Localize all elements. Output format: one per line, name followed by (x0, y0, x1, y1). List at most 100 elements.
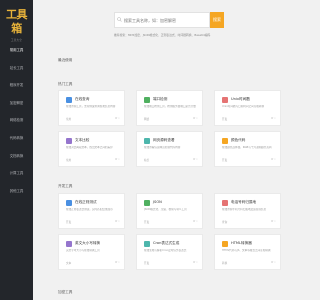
tool-title: HTML转换器 (231, 241, 252, 245)
tool-title: 电话号码归属地 (231, 200, 257, 204)
tool-desc: 在线端口检测工具，检测服务器端口是否开放 (144, 105, 196, 108)
sidebar-item-calc[interactable]: 计算工具 (0, 165, 33, 183)
card-footer: 常用 0 ♡ (66, 158, 120, 162)
tool-card[interactable]: 电话号码归属地 在线查询手机号码归属地及运营商信息 查询 0 ♡ (214, 193, 281, 229)
tool-icon (66, 138, 72, 144)
tool-title: JSON (153, 200, 162, 204)
card-footer: 常用 0 ♡ (66, 117, 120, 121)
favorite-count[interactable]: 0 ♡ (193, 261, 198, 264)
tool-category: 开发 (66, 221, 72, 224)
sidebar-item-docs[interactable]: 文档转换 (0, 148, 33, 166)
favorite-count[interactable]: 0 ♡ (271, 220, 276, 223)
tool-card[interactable]: Unix时间戳 Unix时间戳与日期时间之间互相转换 开发 0 ♡ (214, 90, 281, 126)
tool-card[interactable]: 在线正则测试 在线正则表达式测试，实时匹配结果展示 开发 0 ♡ (58, 193, 125, 229)
section-title-dev: 开发工具 (58, 184, 73, 188)
favorite-count[interactable]: 0 ♡ (193, 158, 198, 161)
tool-card[interactable]: JSON JSON格式化、压缩、校验与转义工具 开发 0 ♡ (136, 193, 203, 229)
tool-title: 网页源码查看 (153, 138, 175, 142)
tool-card[interactable]: 网页源码查看 在线查看任意网页的源代码内容 站长 0 ♡ (136, 131, 203, 167)
favorite-count[interactable]: 0 ♡ (115, 158, 120, 161)
tool-desc: Unix时间戳与日期时间之间互相转换 (222, 105, 265, 108)
card-footer: 网络 0 ♡ (144, 117, 198, 121)
section-title-hot: 热门工具 (58, 82, 73, 86)
logo-text: 工具箱 (6, 8, 28, 35)
favorite-count[interactable]: 0 ♡ (271, 261, 276, 264)
favorite-count[interactable]: 0 ♡ (271, 117, 276, 120)
tool-desc: 在线查询工具，支持快速查询各类信息内容 (66, 105, 116, 108)
tool-card[interactable]: 端口检测 在线端口检测工具，检测服务器端口是否开放 网络 0 ♡ (136, 90, 203, 126)
sidebar-item-webmaster[interactable]: 站长工具 (0, 60, 33, 78)
tool-category: 转换 (222, 262, 228, 265)
tool-card[interactable]: 颜色代码 在线颜色选择器，RGB与十六进制颜色互转 开发 0 ♡ (214, 131, 281, 167)
favorite-count[interactable]: 0 ♡ (115, 261, 120, 264)
card-footer: 查询 0 ♡ (222, 220, 276, 224)
tool-desc: HTML代码与JS、文本等格式之间互相转换 (222, 249, 271, 252)
card-footer: 开发 0 ♡ (144, 220, 198, 224)
favorite-count[interactable]: 0 ♡ (193, 220, 198, 223)
card-footer: 开发 0 ♡ (66, 220, 120, 224)
tool-title: 颜色代码 (231, 138, 246, 142)
tool-desc: 在线正则表达式测试，实时匹配结果展示 (66, 208, 113, 211)
card-footer: 站长 0 ♡ (144, 158, 198, 162)
tool-card[interactable]: 在线查询 在线查询工具，支持快速查询各类信息内容 常用 0 ♡ (58, 90, 125, 126)
tool-desc: 在线查看任意网页的源代码内容 (144, 146, 181, 149)
sidebar-item-dev[interactable]: 程序开发 (0, 77, 33, 95)
sidebar-item-network[interactable]: 网络检测 (0, 112, 33, 130)
sidebar-item-other[interactable]: 其他工具 (0, 183, 33, 201)
card-footer: 开发 0 ♡ (144, 261, 198, 265)
tool-category: 开发 (222, 159, 228, 162)
tool-icon (66, 241, 72, 247)
tool-title: 英文大小写转换 (75, 241, 101, 245)
tool-category: 网络 (144, 118, 150, 121)
tool-desc: 在线颜色选择器，RGB与十六进制颜色互转 (222, 146, 272, 149)
card-footer: 开发 0 ♡ (222, 158, 276, 162)
tool-icon (66, 200, 72, 206)
tool-card[interactable]: HTML转换器 HTML代码与JS、文本等格式之间互相转换 转换 0 ♡ (214, 234, 281, 270)
tool-title: Unix时间戳 (231, 97, 250, 101)
tool-icon (144, 241, 150, 247)
tool-icon (66, 97, 72, 103)
tool-icon (222, 97, 228, 103)
tool-category: 常用 (66, 118, 72, 121)
tool-desc: 在线生成与解析Cron定时任务表达式 (144, 249, 187, 252)
tool-icon (144, 138, 150, 144)
favorite-count[interactable]: 0 ♡ (115, 220, 120, 223)
card-footer: 开发 0 ♡ (222, 117, 276, 121)
favorite-count[interactable]: 0 ♡ (271, 158, 276, 161)
tool-card[interactable]: Cron表达式生成 在线生成与解析Cron定时任务表达式 开发 0 ♡ (136, 234, 203, 270)
section-title-crypto: 加密工具 (58, 290, 73, 294)
tool-category: 查询 (222, 221, 228, 224)
card-footer: 转换 0 ♡ (222, 261, 276, 265)
sidebar-item-crypto[interactable]: 加密解密 (0, 95, 33, 113)
search-bar: 搜索 (114, 12, 224, 28)
search-hint: 推荐搜索：MD5加密、JSON格式化、正则表达式、时间戳转换、Base64编码 (114, 33, 211, 37)
favorite-count[interactable]: 0 ♡ (193, 117, 198, 120)
tool-category: 站长 (144, 159, 150, 162)
sidebar-item-code[interactable]: 代码转换 (0, 130, 33, 148)
tool-title: Cron表达式生成 (153, 241, 180, 245)
search-input[interactable] (114, 12, 210, 28)
tool-icon (222, 200, 228, 206)
tool-card[interactable]: 英文大小写转换 英文字母大小写在线转换工具 文本 0 ♡ (58, 234, 125, 270)
tool-category: 开发 (144, 262, 150, 265)
tool-title: 在线正则测试 (75, 200, 97, 204)
tool-title: 端口检测 (153, 97, 168, 101)
tool-card[interactable]: 文本比较 在线对比两段文本，找出文本之间的差异 常用 0 ♡ (58, 131, 125, 167)
tool-icon (222, 138, 228, 144)
card-footer: 文本 0 ♡ (66, 261, 120, 265)
tool-category: 开发 (222, 118, 228, 121)
tool-desc: 在线查询手机号码归属地及运营商信息 (222, 208, 267, 211)
logo[interactable]: 工具箱 工具大全 (3, 8, 30, 42)
tool-icon (144, 200, 150, 206)
sidebar: 工具箱 工具大全 常用工具 站长工具 程序开发 加密解密 网络检测 代码转换 文… (0, 0, 33, 300)
favorite-count[interactable]: 0 ♡ (115, 117, 120, 120)
tool-category: 开发 (144, 221, 150, 224)
tool-desc: 在线对比两段文本，找出文本之间的差异 (66, 146, 113, 149)
tool-category: 文本 (66, 262, 72, 265)
search-button[interactable]: 搜索 (210, 12, 224, 28)
section-title-recent: 最近使用 (58, 58, 73, 62)
tool-desc: 英文字母大小写在线转换工具 (66, 249, 100, 252)
sidebar-item-common[interactable]: 常用工具 (0, 42, 33, 60)
tool-title: 在线查询 (75, 97, 90, 101)
search-icon (117, 17, 122, 22)
